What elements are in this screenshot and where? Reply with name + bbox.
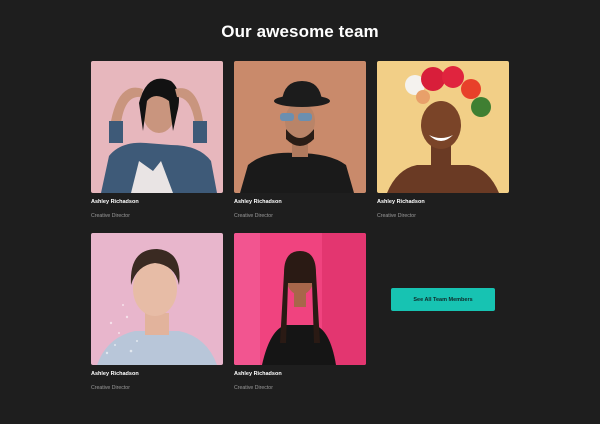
team-member-role: Creative Director xyxy=(234,213,273,219)
team-member-name: Ashley Richadson xyxy=(234,371,282,377)
see-all-team-members-button[interactable]: See All Team Members xyxy=(391,288,495,311)
team-member-role: Creative Director xyxy=(91,213,130,219)
team-card[interactable]: Ashley Richadson Creative Director xyxy=(91,233,223,391)
team-member-role: Creative Director xyxy=(377,213,416,219)
team-member-photo xyxy=(234,233,366,365)
team-card[interactable]: Ashley Richadson Creative Director xyxy=(234,61,366,219)
team-member-name: Ashley Richadson xyxy=(91,371,139,377)
team-card[interactable]: Ashley Richadson Creative Director xyxy=(234,233,366,391)
team-member-role: Creative Director xyxy=(234,385,273,391)
team-member-name: Ashley Richadson xyxy=(377,199,425,205)
team-member-role: Creative Director xyxy=(91,385,130,391)
team-member-photo xyxy=(234,61,366,193)
section-title: Our awesome team xyxy=(221,22,379,41)
team-member-photo xyxy=(91,61,223,193)
team-member-photo xyxy=(91,233,223,365)
team-card[interactable]: Ashley Richadson Creative Director xyxy=(91,61,223,219)
team-member-photo xyxy=(377,61,509,193)
team-member-name: Ashley Richadson xyxy=(234,199,282,205)
team-card[interactable]: Ashley Richadson Creative Director xyxy=(377,61,509,219)
team-member-name: Ashley Richadson xyxy=(91,199,139,205)
